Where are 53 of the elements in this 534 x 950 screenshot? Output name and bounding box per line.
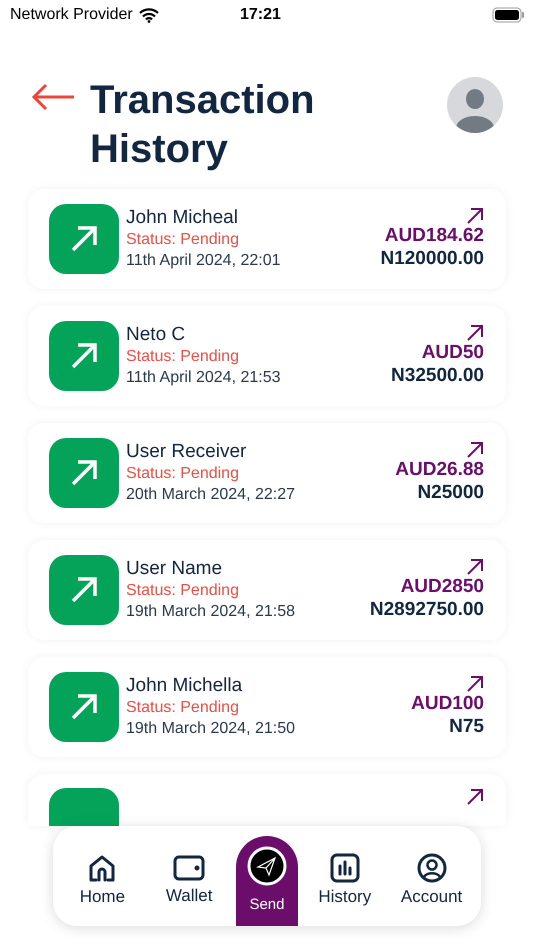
page-title: Transaction History [90, 77, 316, 173]
recipient-name: John Michella [126, 675, 244, 697]
nav-tab[interactable]: Account [392, 826, 472, 926]
send-button[interactable]: Send [236, 836, 298, 926]
amount-aud: AUD50 [422, 342, 484, 364]
amount-aud: AUD100 [411, 693, 484, 715]
transaction-status: Status: Pending [126, 581, 240, 601]
amount-ngn: N32500.00 [391, 364, 484, 388]
arrow-up-right-icon [466, 558, 484, 576]
nav-tab[interactable]: History [304, 826, 385, 926]
transaction-card[interactable]: User Name Status: Pending 19th March 2024, 21:58 AUD2850 N2892750.00 [28, 540, 506, 640]
account-icon [416, 853, 448, 883]
paper-plane-icon [246, 846, 287, 886]
amount-ngn: N2892750.00 [370, 598, 484, 622]
back-arrow-icon[interactable] [30, 82, 76, 112]
recipient-name: Neto C [126, 324, 186, 346]
amount-ngn: N120000.00 [380, 247, 484, 271]
clock-time: 17:21 [240, 6, 282, 24]
transaction-card[interactable]: User Receiver Status: Pending 20th March 2024, 22:27 AUD26.88 N25000 [28, 423, 506, 523]
recipient-name: User Receiver [126, 441, 248, 463]
transaction-card[interactable] [28, 774, 506, 826]
battery-icon [492, 7, 524, 23]
transaction-date: 11th April 2024, 21:53 [126, 368, 282, 388]
transaction-status: Status: Pending [126, 698, 240, 718]
transaction-status: Status: Pending [126, 347, 240, 367]
arrow-up-right-icon [466, 788, 484, 806]
amount-aud: AUD26.88 [395, 459, 484, 481]
wifi-icon [138, 8, 159, 22]
arrow-up-right-icon [466, 441, 484, 459]
transaction-date: 19th March 2024, 21:50 [126, 719, 296, 739]
arrow-up-right-icon [466, 324, 484, 342]
wallet-icon [173, 854, 206, 882]
transaction-card[interactable]: John Micheal Status: Pending 11th April 2024, 22:01 AUD184.62 N120000.00 [28, 189, 506, 289]
transaction-date: 20th March 2024, 22:27 [126, 485, 296, 505]
recipient-name: User Name [126, 558, 224, 580]
amount-ngn: N75 [449, 715, 484, 739]
arrow-up-right-icon [466, 675, 484, 693]
recipient-name: John Micheal [126, 207, 239, 229]
carrier-name: Network Provider [10, 6, 133, 24]
arrow-up-right-icon [466, 207, 484, 225]
transaction-card[interactable]: Neto C Status: Pending 11th April 2024, 21:53 AUD50 N32500.00 [28, 306, 506, 406]
amount-aud: AUD2850 [400, 576, 484, 598]
amount-aud: AUD184.62 [384, 225, 484, 247]
amount-ngn: N25000 [417, 481, 484, 505]
transaction-date: 19th March 2024, 21:58 [126, 602, 296, 622]
transaction-status: Status: Pending [126, 230, 240, 250]
transaction-status: Status: Pending [126, 464, 240, 484]
bar-chart-icon [328, 853, 361, 883]
nav-tab[interactable]: Home [62, 826, 142, 926]
avatar-icon[interactable] [446, 76, 504, 134]
nav-tab[interactable]: Wallet [149, 826, 230, 926]
transaction-date: 11th April 2024, 22:01 [126, 251, 282, 271]
transaction-card[interactable]: John Michella Status: Pending 19th March 2024, 21:50 AUD100 N75 [28, 657, 506, 757]
